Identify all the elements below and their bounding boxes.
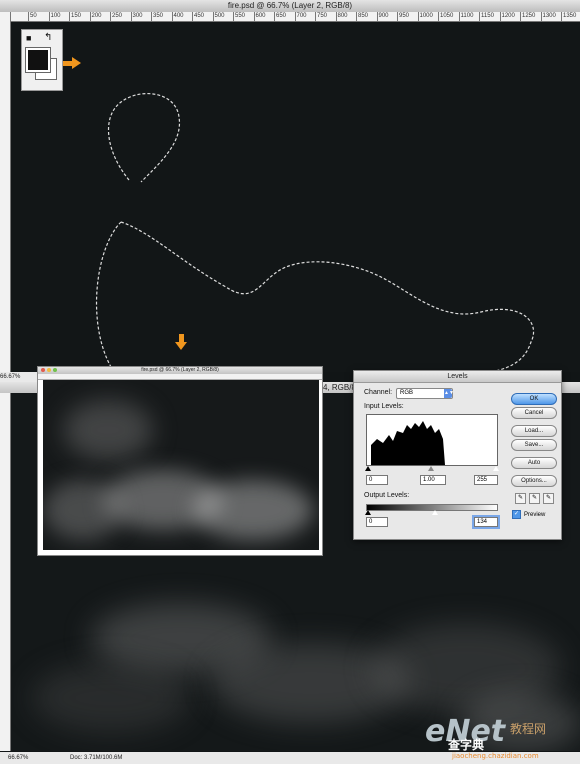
ruler-tick: 350 (151, 12, 164, 21)
input-gamma-slider[interactable] (428, 466, 434, 471)
ruler-tick: 450 (192, 12, 205, 21)
save-button[interactable]: Save... (511, 439, 557, 451)
levels-title-bar[interactable]: Levels (354, 371, 561, 383)
cancel-button[interactable]: Cancel (511, 407, 557, 419)
watermark-url: jiaocheng.chazidian.com (452, 752, 539, 760)
arrow-down-icon (175, 334, 187, 350)
marquee-selection-loop (107, 93, 181, 183)
ruler-tick: 800 (335, 12, 348, 21)
inset-title-bar[interactable]: fire.psd @ 66.7% (Layer 2, RGB/8) (38, 367, 322, 374)
vertical-ruler[interactable] (0, 12, 11, 372)
ok-button[interactable]: OK (511, 393, 557, 405)
inset-title: fire.psd @ 66.7% (Layer 2, RGB/8) (141, 367, 219, 373)
ruler-tick: 1350 (561, 12, 577, 21)
horizontal-ruler[interactable]: 50 100 150 200 250 300 350 400 450 500 550 600 650 70… (10, 12, 580, 22)
zoom-icon[interactable] (53, 368, 57, 372)
load-button[interactable]: Load... (511, 425, 557, 437)
preview-checkbox[interactable]: ✓ Preview (512, 510, 545, 519)
canvas-top[interactable] (11, 22, 580, 373)
checkmark-icon: ✓ (512, 510, 521, 519)
levels-title: Levels (447, 373, 468, 380)
auto-button[interactable]: Auto (511, 457, 557, 469)
input-white-slider[interactable] (493, 466, 499, 471)
ruler-tick: 1050 (438, 12, 454, 21)
color-swatch-palette: ■ ↰ (21, 29, 63, 91)
eyedropper-black-icon[interactable]: ✎ (515, 493, 526, 504)
ruler-tick: 550 (233, 12, 246, 21)
ruler-tick: 300 (130, 12, 143, 21)
ruler-tick: 750 (315, 12, 328, 21)
ruler-tick: 250 (110, 12, 123, 21)
ruler-tick: 200 (89, 12, 102, 21)
ruler-tick: 600 (253, 12, 266, 21)
ruler-tick: 650 (274, 12, 287, 21)
document-title: fire.psd @ 66.7% (Layer 2, RGB/8) (227, 1, 353, 10)
default-colors-icon[interactable]: ■ (26, 33, 31, 43)
vertical-ruler-bottom[interactable] (0, 393, 11, 751)
output-levels-label: Output Levels: (364, 492, 410, 499)
options-button[interactable]: Options... (511, 475, 557, 487)
swap-colors-icon[interactable]: ↰ (44, 32, 52, 43)
input-gamma-field[interactable]: 1.00 (420, 475, 446, 485)
ruler-tick: 50 (28, 12, 37, 21)
ruler-tick: 1200 (499, 12, 515, 21)
channel-value: RGB (400, 390, 414, 396)
watermark-site-cn2: 查字典 (448, 738, 485, 752)
marquee-selection-curve (95, 221, 535, 373)
eyedropper-gray-icon[interactable]: ✎ (529, 493, 540, 504)
histogram (366, 414, 498, 466)
input-black-field[interactable]: 0 (366, 475, 388, 485)
watermark-site-cn: 教程网 (510, 722, 547, 736)
foreground-color-swatch[interactable] (26, 48, 50, 72)
document-size: Doc: 3.71M/100.6M (70, 755, 123, 761)
levels-dialog: Levels Channel: RGB ▲▼ Input Levels: 0 1… (353, 370, 562, 540)
ruler-tick: 900 (376, 12, 389, 21)
eyedropper-white-icon[interactable]: ✎ (543, 493, 554, 504)
zoom-level: 66.67% (8, 755, 29, 761)
selection-path-svg (95, 93, 535, 373)
ruler-tick: 400 (171, 12, 184, 21)
ruler-tick: 150 (69, 12, 82, 21)
output-white-field[interactable]: 134 (474, 517, 498, 527)
channel-label: Channel: (364, 389, 393, 396)
ruler-tick: 850 (356, 12, 369, 21)
output-black-slider[interactable] (365, 510, 371, 515)
histogram-graph (371, 421, 445, 465)
ruler-tick: 1250 (520, 12, 536, 21)
ruler-tick: 1000 (417, 12, 433, 21)
channel-select[interactable]: RGB ▲▼ (396, 388, 454, 399)
input-white-field[interactable]: 255 (474, 475, 498, 485)
output-black-field[interactable]: 0 (366, 517, 388, 527)
input-black-slider[interactable] (365, 466, 371, 471)
output-white-slider[interactable] (432, 510, 438, 515)
input-levels-label: Input Levels: (364, 403, 404, 410)
chevron-down-icon: ▲▼ (444, 389, 454, 398)
ruler-tick: 1150 (479, 12, 494, 21)
minimize-icon[interactable] (47, 368, 51, 372)
ruler-tick: 100 (48, 12, 61, 21)
inset-smoke-canvas[interactable] (43, 380, 319, 550)
ruler-tick: 500 (212, 12, 225, 21)
zoom-readout: 66.67% (0, 372, 40, 382)
ruler-tick: 1300 (540, 12, 556, 21)
ruler-tick: 1100 (458, 12, 474, 21)
arrow-right-icon (63, 57, 81, 69)
ruler-tick: 950 (397, 12, 410, 21)
inset-document-window: fire.psd @ 66.7% (Layer 2, RGB/8) (37, 366, 323, 556)
preview-label: Preview (524, 511, 546, 518)
histogram-shape (371, 421, 445, 465)
close-icon[interactable] (41, 368, 45, 372)
ruler-tick: 700 (294, 12, 307, 21)
